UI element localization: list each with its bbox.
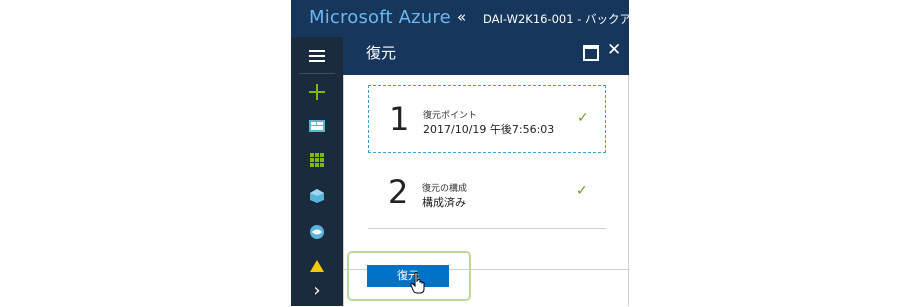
step-restore-config[interactable]: 2 復元の構成 構成済み ✓ [368, 159, 606, 227]
step-number: 2 [388, 173, 409, 211]
step-restore-point[interactable]: 1 復元ポイント 2017/10/19 午後7:56:03 ✓ [368, 85, 606, 153]
close-icon[interactable]: ✕ [607, 40, 621, 60]
blade-header: 復元 ✕ [343, 37, 629, 75]
sidebar: › [291, 37, 343, 306]
maximize-icon[interactable] [583, 45, 599, 61]
menu-icon[interactable] [291, 39, 343, 73]
blade-title: 復元 [366, 44, 397, 62]
collapse-icon[interactable]: « [457, 8, 466, 26]
breadcrumb[interactable]: DAI-W2K16-001 - バックア [483, 11, 629, 27]
check-icon: ✓ [576, 183, 588, 199]
check-icon: ✓ [577, 110, 589, 126]
plus-icon[interactable] [291, 75, 343, 109]
step-value: 2017/10/19 午後7:56:03 [423, 123, 555, 136]
step-label: 復元ポイント [423, 111, 478, 121]
all-resources-icon[interactable] [291, 143, 343, 177]
step-value: 構成済み [422, 196, 466, 209]
step-label: 復元の構成 [422, 184, 468, 194]
resource-groups-icon[interactable] [291, 179, 343, 213]
step-number: 1 [389, 100, 410, 138]
top-bar: Microsoft Azure « DAI-W2K16-001 - バックア [291, 0, 629, 37]
brand-title[interactable]: Microsoft Azure [309, 7, 451, 28]
sidebar-divider [299, 73, 335, 74]
restore-button[interactable]: 復元 [367, 265, 449, 287]
chevron-right-icon[interactable]: › [291, 273, 343, 307]
dashboard-icon[interactable] [291, 109, 343, 143]
step-divider [368, 228, 606, 229]
hand-cursor-icon [410, 272, 426, 298]
app-services-icon[interactable] [291, 215, 343, 249]
